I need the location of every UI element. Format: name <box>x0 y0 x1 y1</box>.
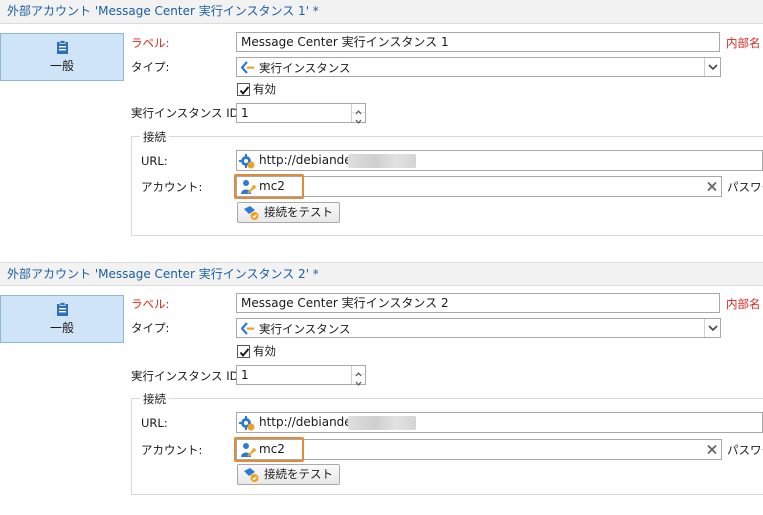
close-icon[interactable] <box>703 177 721 196</box>
clipboard-icon <box>57 302 68 316</box>
account-input[interactable]: mc2 <box>234 174 722 199</box>
test-connection-button[interactable]: 接続をテスト <box>237 464 340 485</box>
connection-legend: 接続 <box>140 129 169 145</box>
execution-instance-icon <box>241 61 254 74</box>
instance-id-value: 1 <box>241 106 249 120</box>
gear-globe-icon <box>239 416 255 431</box>
enabled-checkbox[interactable] <box>237 83 250 96</box>
label-input[interactable]: Message Center 実行インスタンス 2 <box>236 293 720 313</box>
url-input[interactable]: http://debiande <box>236 412 763 433</box>
panel-title: 外部アカウント 'Message Center 実行インスタンス 1' * <box>0 0 763 24</box>
connection-test-icon <box>244 468 259 482</box>
checkmark-icon <box>239 86 250 95</box>
external-account-panel-1: 外部アカウント 'Message Center 実行インスタンス 1' * 一般… <box>0 0 763 248</box>
internal-name-caption: 内部名 <box>726 36 761 50</box>
execution-instance-icon <box>241 322 254 335</box>
gear-globe-icon <box>239 154 255 169</box>
nav-tab-general-label: 一般 <box>49 59 74 73</box>
type-select-value: 実行インスタンス <box>259 322 351 336</box>
increment-icon[interactable] <box>352 366 365 377</box>
nav-tab-general[interactable]: 一般 <box>0 33 124 81</box>
chevron-down-icon[interactable] <box>704 319 720 337</box>
account-input[interactable]: mc2 <box>234 437 722 462</box>
account-value: mc2 <box>259 442 285 456</box>
label-input[interactable]: Message Center 実行インスタンス 1 <box>236 32 720 52</box>
nav-tab-general[interactable]: 一般 <box>0 295 124 343</box>
instance-id-caption: 実行インスタンス ID: <box>131 106 243 120</box>
redacted-host <box>348 154 416 168</box>
type-caption: タイプ: <box>131 60 170 74</box>
account-caption: アカウント: <box>141 443 203 457</box>
increment-icon[interactable] <box>352 104 365 115</box>
url-caption: URL: <box>141 416 168 430</box>
checkmark-icon <box>239 348 250 357</box>
decrement-icon[interactable] <box>352 375 365 386</box>
user-key-icon <box>241 443 256 457</box>
redacted-host <box>348 416 416 430</box>
enabled-label: 有効 <box>253 82 276 96</box>
clipboard-icon <box>57 40 68 54</box>
instance-id-stepper[interactable]: 1 <box>236 365 366 386</box>
connection-legend: 接続 <box>140 391 169 407</box>
chevron-down-icon[interactable] <box>704 58 720 76</box>
account-caption: アカウント: <box>141 180 203 194</box>
url-value: http://debiande <box>259 153 352 167</box>
instance-id-stepper[interactable]: 1 <box>236 103 366 124</box>
instance-id-caption: 実行インスタンス ID: <box>131 369 243 383</box>
external-account-panel-2: 外部アカウント 'Message Center 実行インスタンス 2' * 一般… <box>0 262 763 510</box>
test-connection-label: 接続をテスト <box>264 467 333 481</box>
label-caption: ラベル: <box>131 36 170 50</box>
type-select[interactable]: 実行インスタンス <box>236 318 721 338</box>
test-connection-button[interactable]: 接続をテスト <box>237 202 340 223</box>
panel-title: 外部アカウント 'Message Center 実行インスタンス 2' * <box>0 262 763 286</box>
type-caption: タイプ: <box>131 321 170 335</box>
decrement-icon[interactable] <box>352 113 365 124</box>
enabled-checkbox[interactable] <box>237 345 250 358</box>
close-icon[interactable] <box>703 440 721 459</box>
instance-id-value: 1 <box>241 368 249 382</box>
type-select[interactable]: 実行インスタンス <box>236 57 721 77</box>
url-caption: URL: <box>141 154 168 168</box>
nav-tab-general-label: 一般 <box>49 321 74 335</box>
user-key-icon <box>241 180 256 194</box>
url-input[interactable]: http://debiande <box>236 150 763 171</box>
account-value: mc2 <box>259 179 285 193</box>
label-caption: ラベル: <box>131 297 170 311</box>
connection-test-icon <box>244 206 259 220</box>
test-connection-label: 接続をテスト <box>264 205 333 219</box>
password-caption: パスワー <box>727 180 763 194</box>
internal-name-caption: 内部名 <box>726 297 761 311</box>
password-caption: パスワー <box>727 443 763 457</box>
enabled-label: 有効 <box>253 344 276 358</box>
url-value: http://debiande <box>259 415 352 429</box>
type-select-value: 実行インスタンス <box>259 61 351 75</box>
